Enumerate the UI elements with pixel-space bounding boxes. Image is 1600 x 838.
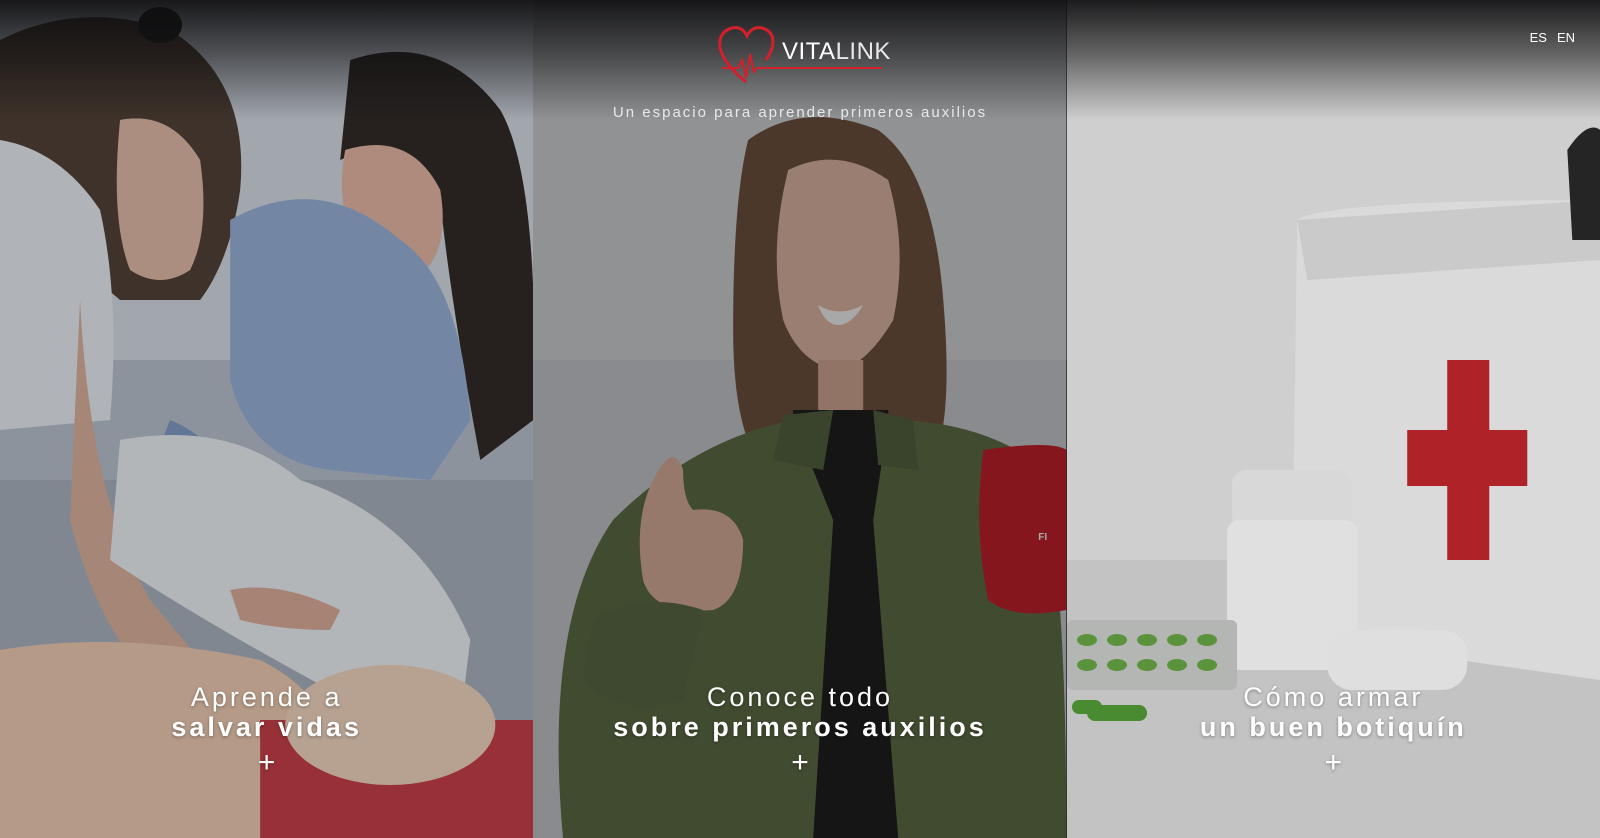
panel-caption: Cómo armar un buen botiquín + (1067, 682, 1600, 780)
plus-icon[interactable]: + (258, 746, 276, 780)
brand-logo[interactable]: VITALINK (716, 24, 890, 90)
lang-en[interactable]: EN (1557, 30, 1575, 45)
panel-caption: Aprende a salvar vidas + (0, 682, 533, 780)
caption-line-2: sobre primeros auxilios (613, 712, 987, 742)
caption-line-2: salvar vidas (171, 712, 362, 742)
lang-es[interactable]: ES (1530, 30, 1547, 45)
brand-name: VITALINK (782, 38, 891, 66)
plus-icon[interactable]: + (791, 746, 809, 780)
panel-caption: Conoce todo sobre primeros auxilios + (533, 682, 1066, 780)
caption-line-2: un buen botiquín (1199, 712, 1467, 742)
brand-name-bold: VITA (782, 38, 836, 65)
panel-first-aid-kit[interactable]: Cómo armar un buen botiquín + (1066, 0, 1600, 838)
language-switcher: ES EN (1530, 30, 1575, 45)
panel-first-aid-info[interactable]: FI Conoce todo sobre primeros auxilios + (533, 0, 1067, 838)
caption-line-1: Conoce todo (706, 682, 894, 712)
hero-panels: Aprende a salvar vidas + FI Conoce todo … (0, 0, 1600, 838)
tagline: Un espacio para aprender primeros auxili… (612, 104, 988, 121)
caption-line-1: Aprende a (190, 682, 343, 712)
caption-line-1: Cómo armar (1243, 682, 1424, 712)
landing-page: Aprende a salvar vidas + FI Conoce todo … (0, 0, 1600, 838)
panel-learn-save-lives[interactable]: Aprende a salvar vidas + (0, 0, 534, 838)
plus-icon[interactable]: + (1325, 746, 1343, 780)
brand-name-light: LINK (835, 38, 891, 65)
